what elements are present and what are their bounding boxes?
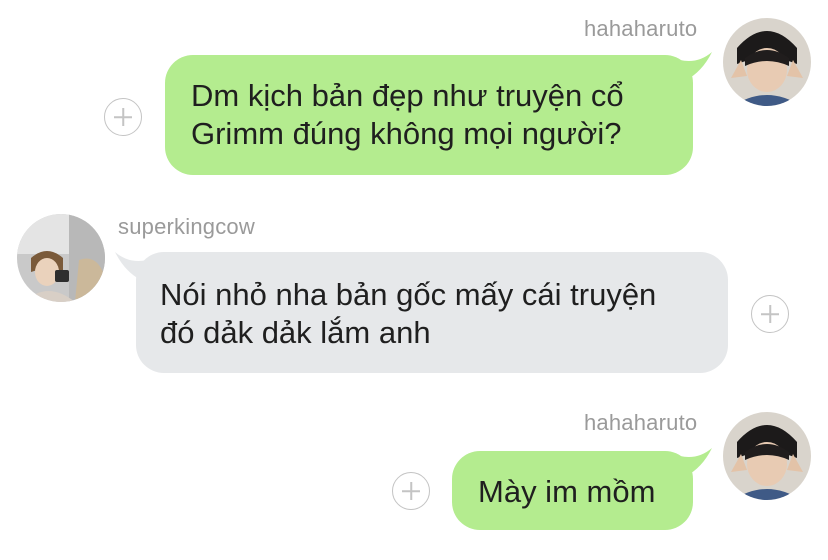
avatar[interactable] bbox=[17, 214, 105, 302]
message-bubble-outgoing[interactable]: Mày im mồm bbox=[452, 451, 693, 530]
avatar-photo-icon bbox=[723, 412, 811, 500]
message-bubble-outgoing[interactable]: Dm kịch bản đẹp như truyện cổ Grimm đúng… bbox=[165, 55, 693, 175]
add-reaction-button[interactable] bbox=[392, 472, 430, 510]
sender-name: superkingcow bbox=[118, 214, 255, 239]
message-line: đó dảk dảk lắm anh bbox=[160, 315, 431, 350]
message-line: Nói nhỏ nha bản gốc mấy cái truyện bbox=[160, 277, 657, 312]
sender-name: hahaharuto bbox=[584, 410, 698, 435]
message-line: Mày im mồm bbox=[478, 474, 656, 509]
message-bubble-incoming[interactable]: Nói nhỏ nha bản gốc mấy cái truyện đó dả… bbox=[136, 252, 728, 373]
message-line: Dm kịch bản đẹp như truyện cổ bbox=[191, 78, 624, 113]
avatar[interactable] bbox=[723, 18, 811, 106]
avatar-photo-icon bbox=[17, 214, 105, 302]
avatar-photo-icon bbox=[723, 18, 811, 106]
avatar[interactable] bbox=[723, 412, 811, 500]
message-line: Grimm đúng không mọi người? bbox=[191, 116, 622, 151]
sender-name: hahaharuto bbox=[584, 16, 698, 41]
add-reaction-button[interactable] bbox=[104, 98, 142, 136]
add-reaction-button[interactable] bbox=[751, 295, 789, 333]
